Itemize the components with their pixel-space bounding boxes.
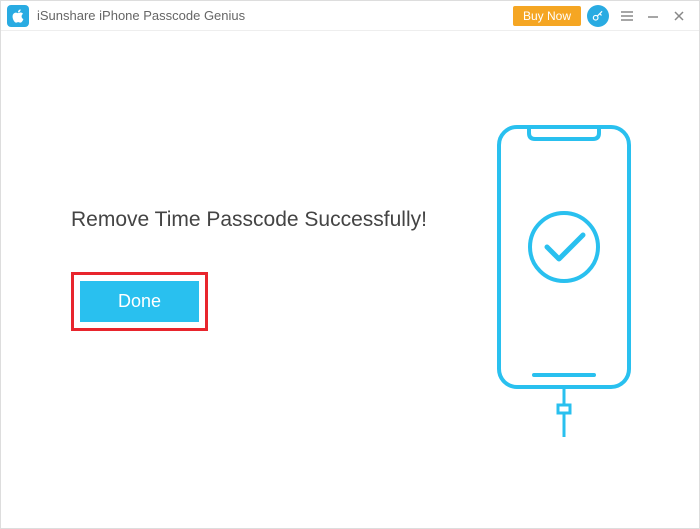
main-content: Remove Time Passcode Successfully! Done <box>1 31 699 528</box>
app-window: iSunshare iPhone Passcode Genius Buy Now… <box>0 0 700 529</box>
buy-now-button[interactable]: Buy Now <box>513 6 581 26</box>
right-section <box>489 117 639 442</box>
close-icon[interactable] <box>667 4 691 28</box>
key-icon[interactable] <box>587 5 609 27</box>
done-highlight: Done <box>71 272 208 331</box>
done-button[interactable]: Done <box>80 281 199 322</box>
titlebar: iSunshare iPhone Passcode Genius Buy Now <box>1 1 699 31</box>
success-message: Remove Time Passcode Successfully! <box>71 208 427 232</box>
app-title: iSunshare iPhone Passcode Genius <box>37 8 245 23</box>
menu-icon[interactable] <box>615 4 639 28</box>
minimize-icon[interactable] <box>641 4 665 28</box>
phone-illustration-icon <box>489 117 639 437</box>
left-section: Remove Time Passcode Successfully! Done <box>71 208 449 331</box>
apple-icon <box>7 5 29 27</box>
